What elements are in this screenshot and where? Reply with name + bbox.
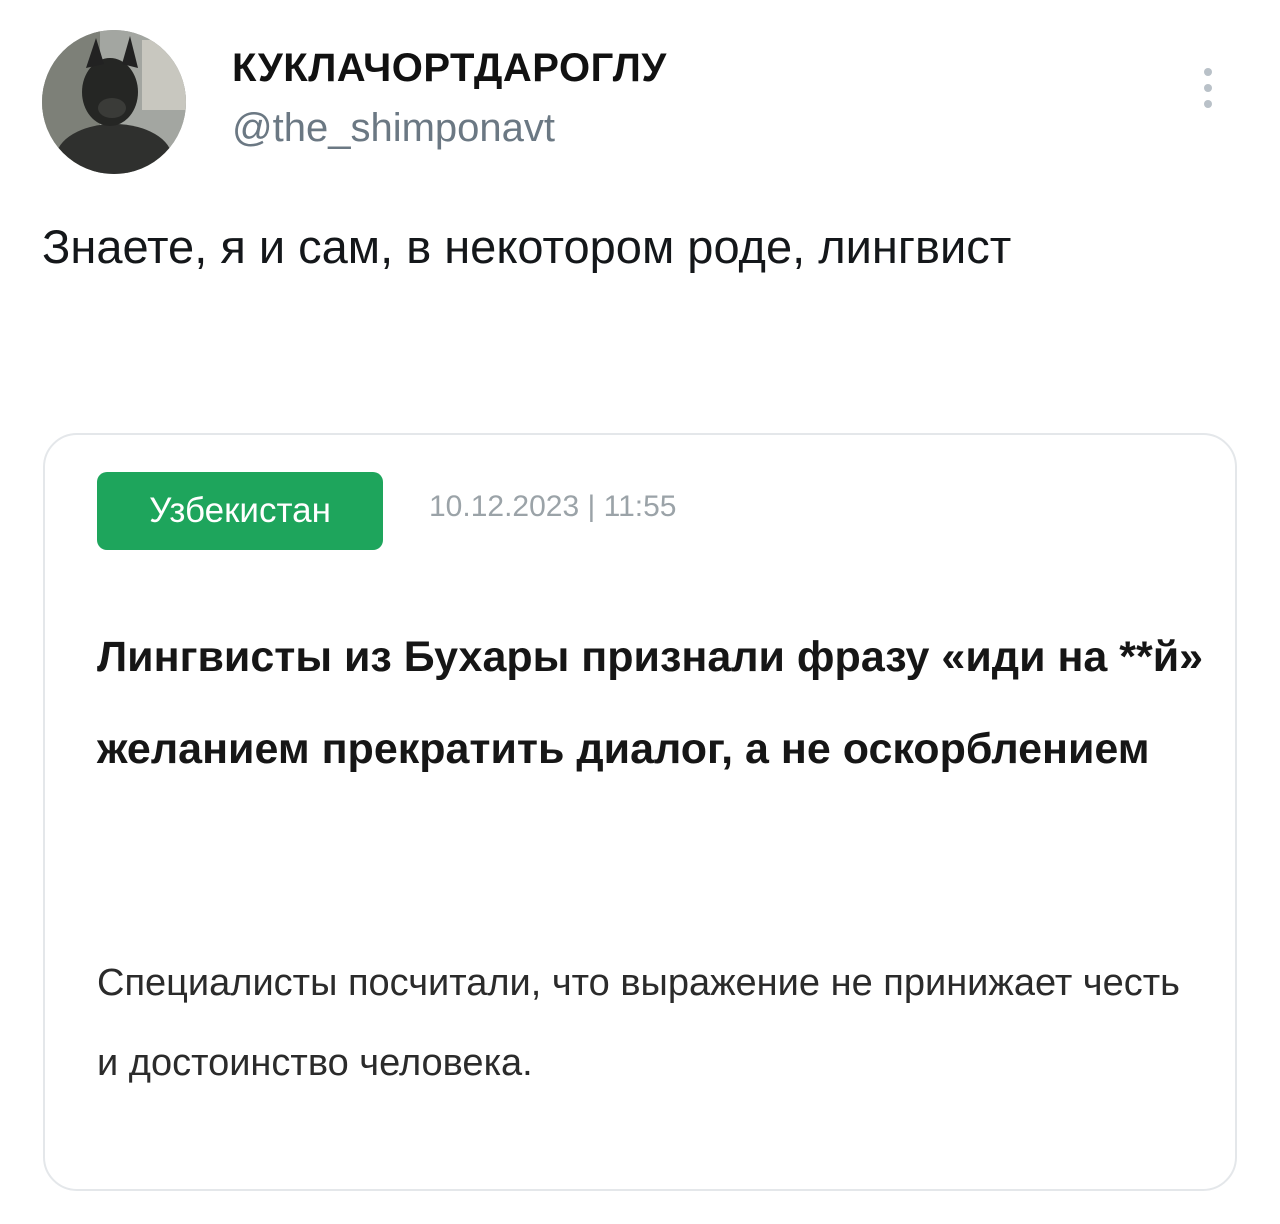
tweet-text: Знаете, я и сам, в некотором роде, лингв… xyxy=(42,220,1012,273)
display-name[interactable]: КУКЛАЧОРТДАРОГЛУ xyxy=(232,46,667,91)
dot xyxy=(1204,100,1212,108)
article-headline[interactable]: Лингвисты из Бухары признали фразу «иди … xyxy=(97,611,1207,795)
category-tag[interactable]: Узбекистан xyxy=(97,472,383,550)
user-handle[interactable]: @the_shimponavt xyxy=(232,106,555,151)
avatar-image xyxy=(42,30,186,174)
article-date: 10.12.2023 | 11:55 xyxy=(429,490,677,523)
dot xyxy=(1204,68,1212,76)
article-lead: Специалисты посчитали, что выражение не … xyxy=(97,962,1180,1084)
vertical-ellipsis-icon[interactable] xyxy=(1188,64,1228,112)
avatar[interactable] xyxy=(42,30,186,174)
tweet: КУКЛАЧОРТДАРОГЛУ @the_shimponavt Знаете,… xyxy=(0,0,1280,1224)
tweet-header: КУКЛАЧОРТДАРОГЛУ @the_shimponavt xyxy=(42,28,1242,178)
dot xyxy=(1204,84,1212,92)
embedded-article-card[interactable]: Узбекистан 10.12.2023 | 11:55 Лингвисты … xyxy=(43,433,1237,1191)
